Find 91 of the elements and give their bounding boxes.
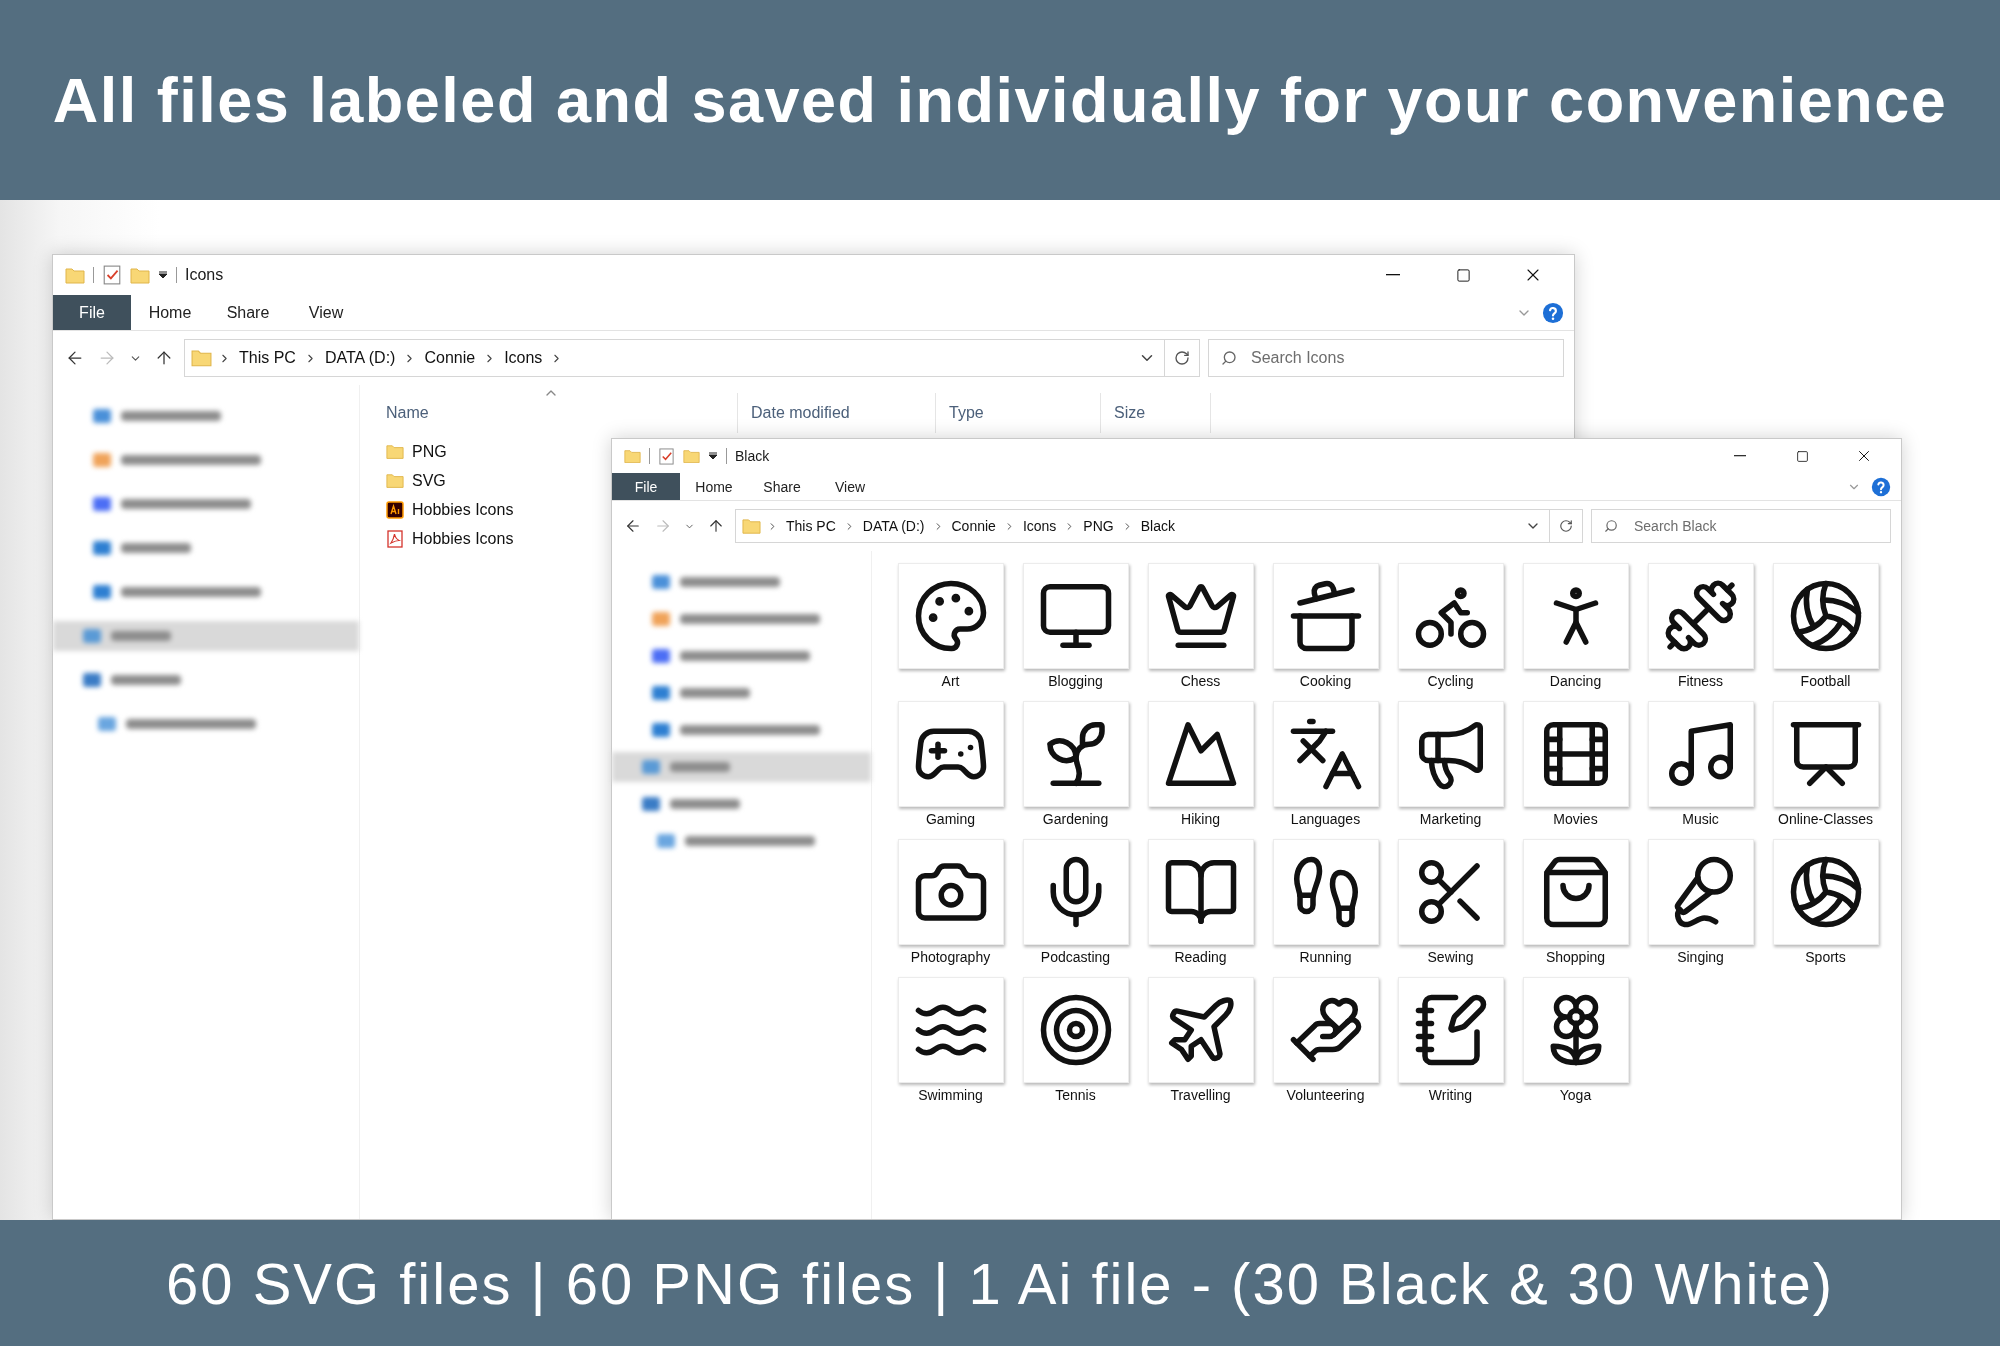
image-file-item[interactable]: Cycling <box>1388 563 1513 701</box>
search-icon <box>1604 519 1618 533</box>
checklist-icon <box>658 447 675 465</box>
folder-icon <box>386 443 404 460</box>
help-icon[interactable] <box>1871 476 1891 497</box>
breadcrumb-item[interactable]: Icons <box>502 349 545 367</box>
image-file-item[interactable]: Online-Classes <box>1763 701 1888 839</box>
image-file-item[interactable]: Writing <box>1388 977 1513 1115</box>
image-file-item[interactable]: Cooking <box>1263 563 1388 701</box>
ribbon-tab[interactable]: View <box>816 473 884 500</box>
image-file-item[interactable]: Swimming <box>888 977 1013 1115</box>
ribbon-tab[interactable]: File <box>53 295 131 330</box>
ribbon-tab[interactable]: View <box>287 295 365 330</box>
breadcrumb-item[interactable]: This PC <box>784 518 838 534</box>
refresh-icon <box>1559 519 1573 533</box>
file-item[interactable]: PNG <box>382 437 542 466</box>
folder-icon <box>742 517 761 535</box>
image-file-item[interactable]: Gaming <box>888 701 1013 839</box>
image-file-item[interactable]: Art <box>888 563 1013 701</box>
image-file-item[interactable]: Podcasting <box>1013 839 1138 977</box>
image-file-item[interactable]: Running <box>1263 839 1388 977</box>
column-header[interactable]: Size <box>1101 393 1211 433</box>
image-file-item[interactable]: Travelling <box>1138 977 1263 1115</box>
minimize-icon <box>1386 274 1400 276</box>
breadcrumb-item[interactable]: Connie <box>422 349 478 367</box>
minimize-icon <box>1734 455 1746 457</box>
image-file-item[interactable]: Blogging <box>1013 563 1138 701</box>
maximize-icon <box>1455 267 1471 283</box>
ribbon-tab[interactable]: Share <box>209 295 287 330</box>
breadcrumb-item[interactable]: Black <box>1138 518 1177 534</box>
image-file-item[interactable]: Movies <box>1513 701 1638 839</box>
maximize-icon <box>1795 449 1809 463</box>
image-file-item[interactable]: Marketing <box>1388 701 1513 839</box>
blurred-nav-item[interactable] <box>612 752 871 782</box>
blurred-nav-item[interactable] <box>53 621 359 651</box>
file-item[interactable]: Hobbies Icons <box>382 495 542 524</box>
image-file-item[interactable]: Yoga <box>1513 977 1638 1115</box>
address-bar[interactable]: This PC DATA (D:) Connie Icons <box>184 339 1200 377</box>
ribbon-tab[interactable]: File <box>612 473 680 500</box>
breadcrumb-item[interactable]: This PC <box>237 349 298 367</box>
image-file-item[interactable]: Fitness <box>1638 563 1763 701</box>
dropdown-icon[interactable] <box>158 270 168 280</box>
image-file-item[interactable]: Chess <box>1138 563 1263 701</box>
checklist-icon <box>102 265 122 285</box>
banner-title: All files labeled and saved individually for your convenience <box>52 64 1948 136</box>
column-header[interactable]: Date modified <box>738 393 936 433</box>
file-item[interactable]: Hobbies Icons <box>382 524 542 553</box>
illustrator-file-icon <box>386 500 404 519</box>
window-title: Icons <box>185 266 224 284</box>
breadcrumb-item[interactable]: Icons <box>1020 518 1059 534</box>
image-file-item[interactable]: Football <box>1763 563 1888 701</box>
help-icon[interactable] <box>1542 301 1564 324</box>
refresh-icon <box>1174 350 1190 366</box>
folder-icon <box>386 472 404 489</box>
image-file-item[interactable]: Languages <box>1263 701 1388 839</box>
image-file-item[interactable]: Music <box>1638 701 1763 839</box>
window-title: Black <box>735 448 770 464</box>
pdf-file-icon <box>386 529 404 548</box>
ribbon-tab[interactable]: Share <box>748 473 816 500</box>
image-file-item[interactable]: Photography <box>888 839 1013 977</box>
column-header[interactable]: Type <box>936 393 1101 433</box>
image-file-item[interactable]: Sewing <box>1388 839 1513 977</box>
breadcrumb-item[interactable]: Connie <box>949 518 998 534</box>
ribbon-tab[interactable]: Home <box>680 473 748 500</box>
image-file-item[interactable]: Gardening <box>1013 701 1138 839</box>
folder-icon <box>130 266 150 284</box>
file-item[interactable]: SVG <box>382 466 542 495</box>
search-icon <box>1221 350 1237 366</box>
breadcrumb-item[interactable]: PNG <box>1081 518 1116 534</box>
image-file-item[interactable]: Shopping <box>1513 839 1638 977</box>
breadcrumb-item[interactable]: DATA (D:) <box>322 349 398 367</box>
image-file-item[interactable]: Dancing <box>1513 563 1638 701</box>
column-header[interactable]: Name <box>373 393 738 433</box>
folder-icon <box>65 266 85 284</box>
image-file-item[interactable]: Reading <box>1138 839 1263 977</box>
image-file-item[interactable]: Sports <box>1763 839 1888 977</box>
image-file-item[interactable]: Tennis <box>1013 977 1138 1115</box>
folder-icon <box>191 349 212 367</box>
search-field[interactable]: Search Black <box>1591 509 1891 543</box>
image-file-item[interactable]: Volunteering <box>1263 977 1388 1115</box>
dropdown-icon[interactable] <box>708 451 718 461</box>
address-bar[interactable]: This PC DATA (D:) Connie Icons PNG Black <box>735 509 1583 543</box>
footer-text: 60 SVG files | 60 PNG files | 1 Ai file - (30 Black & 30 White) <box>166 1249 1834 1317</box>
image-file-item[interactable]: Singing <box>1638 839 1763 977</box>
image-file-item[interactable]: Hiking <box>1138 701 1263 839</box>
folder-icon <box>624 448 641 464</box>
ribbon-tab[interactable]: Home <box>131 295 209 330</box>
search-field[interactable]: Search Icons <box>1208 339 1564 377</box>
breadcrumb-item[interactable]: DATA (D:) <box>860 518 927 534</box>
forward-arrow-icon <box>654 517 672 535</box>
folder-icon <box>683 448 700 464</box>
